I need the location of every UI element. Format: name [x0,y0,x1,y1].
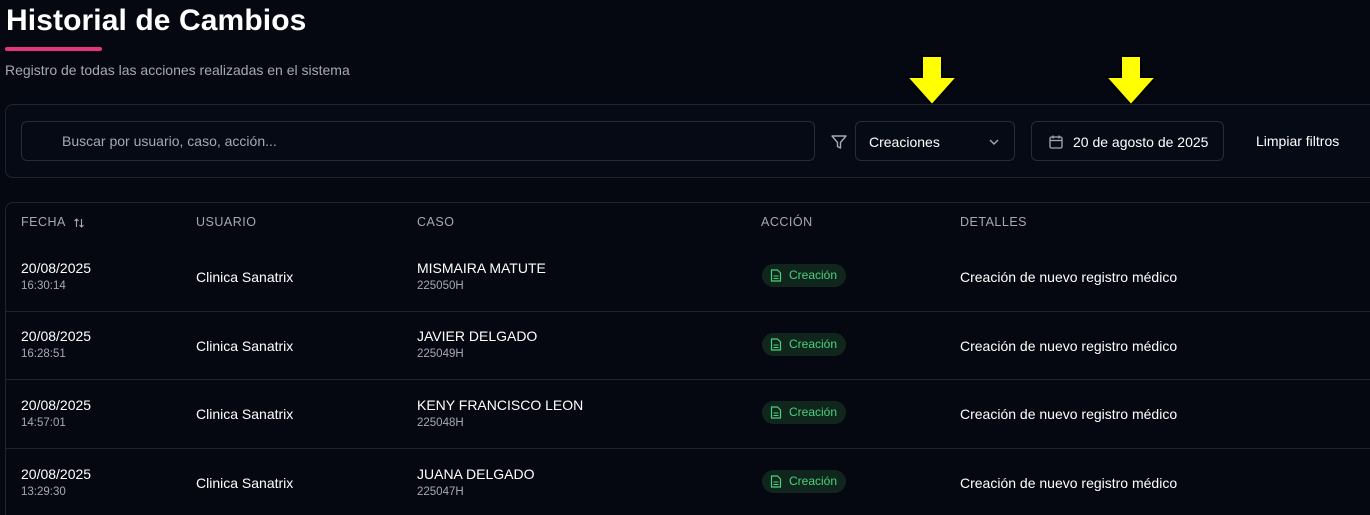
row-time: 13:29:30 [21,486,66,498]
document-icon [770,406,782,419]
search-placeholder: Buscar por usuario, caso, acción... [62,133,277,149]
row-time: 16:28:51 [21,348,66,360]
page-title: Historial de Cambios [6,4,307,37]
action-badge: Creación [762,333,846,356]
row-details: Creación de nuevo registro médico [960,338,1178,354]
page-subtitle: Registro de todas las acciones realizada… [5,62,350,78]
search-input[interactable]: Buscar por usuario, caso, acción... [21,121,815,161]
chevron-down-icon [989,139,999,145]
row-user: Clinica Sanatrix [196,406,294,422]
row-case-id: 225050H [417,280,464,292]
annotation-arrow-icon [905,55,959,107]
document-icon [770,269,782,282]
sort-icon[interactable] [73,217,85,229]
action-filter-value: Creaciones [869,134,940,150]
column-header-action: ACCIÓN [761,215,813,229]
row-date: 20/08/2025 [21,466,92,482]
row-case-id: 225049H [417,348,464,360]
row-case-name: MISMAIRA MATUTE [417,260,546,276]
row-user: Clinica Sanatrix [196,269,294,285]
row-case-id: 225048H [417,417,464,429]
row-details: Creación de nuevo registro médico [960,269,1178,285]
document-icon [770,475,782,488]
action-badge: Creación [762,470,846,493]
calendar-icon [1049,135,1063,149]
row-user: Clinica Sanatrix [196,338,294,354]
action-badge: Creación [762,264,846,287]
action-badge-label: Creación [789,268,838,282]
row-user: Clinica Sanatrix [196,475,294,491]
column-header-case: CASO [417,215,455,229]
row-date: 20/08/2025 [21,397,92,413]
action-badge: Creación [762,401,846,424]
row-date: 20/08/2025 [21,260,92,276]
page: Historial de Cambios Registro de todas l… [0,0,1370,515]
row-details: Creación de nuevo registro médico [960,406,1178,422]
row-date: 20/08/2025 [21,328,92,344]
row-case-name: KENY FRANCISCO LEON [417,397,584,413]
annotation-arrow-icon [1104,55,1158,107]
row-time: 14:57:01 [21,417,66,429]
column-header-date[interactable]: FECHA [21,215,66,229]
title-underline [5,47,102,51]
action-filter-select[interactable]: Creaciones [855,121,1015,161]
row-case-id: 225047H [417,486,464,498]
action-badge-label: Creación [789,474,838,488]
filter-icon [831,135,847,149]
action-badge-label: Creación [789,405,838,419]
clear-filters-button[interactable]: Limpiar filtros [1256,133,1339,149]
action-badge-label: Creación [789,337,838,351]
document-icon [770,338,782,351]
row-details: Creación de nuevo registro médico [960,475,1178,491]
column-header-user: USUARIO [196,215,257,229]
column-header-details: DETALLES [960,215,1027,229]
row-case-name: JUANA DELGADO [417,466,535,482]
row-time: 16:30:14 [21,280,66,292]
row-case-name: JAVIER DELGADO [417,328,538,344]
date-filter-value: 20 de agosto de 2025 [1073,134,1209,150]
date-filter-button[interactable]: 20 de agosto de 2025 [1031,121,1224,161]
